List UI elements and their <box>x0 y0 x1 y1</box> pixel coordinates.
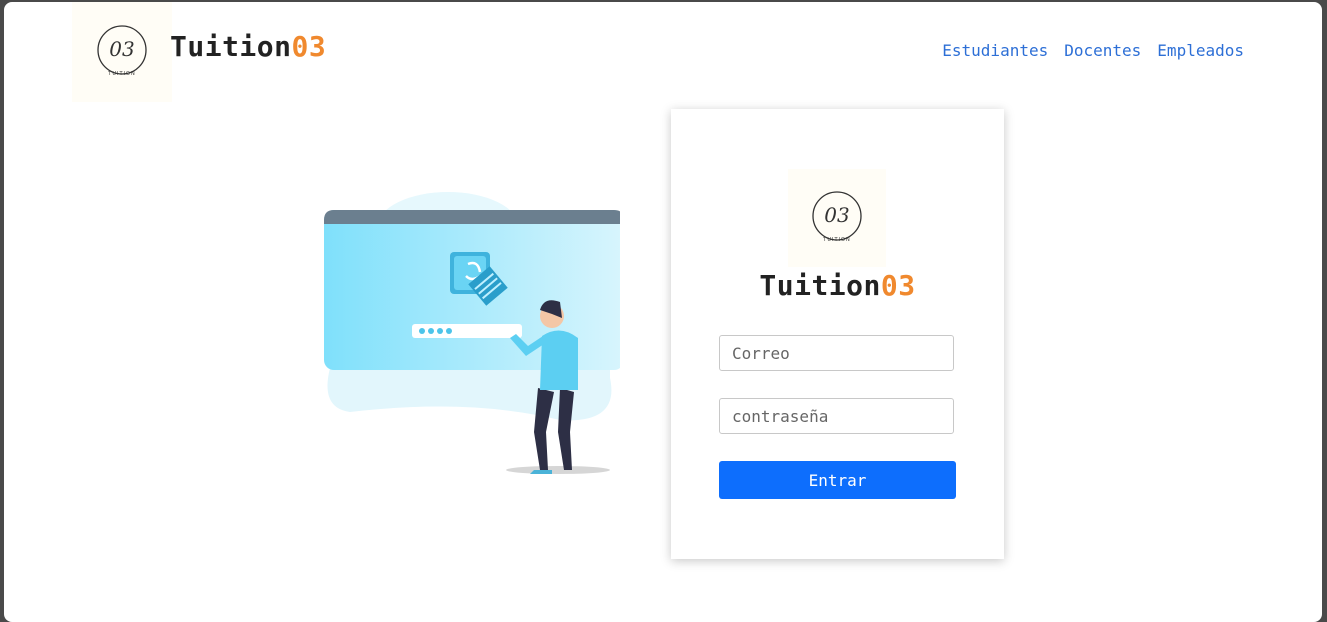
svg-text:TUITION: TUITION <box>107 71 135 77</box>
password-field[interactable] <box>719 398 954 434</box>
top-nav: Estudiantes Docentes Empleados <box>942 41 1244 60</box>
brand-name-main: Tuition <box>170 30 292 63</box>
tuition-logo-icon: 03 TUITION <box>97 25 147 77</box>
brand-logo[interactable]: 03 TUITION <box>72 2 172 102</box>
login-card: 03 TUITION Tuition03 Entrar <box>671 109 1004 559</box>
nav-link-estudiantes[interactable]: Estudiantes <box>942 41 1048 60</box>
page-window: 03 TUITION Tuition03 Estudiantes Docente… <box>4 2 1322 622</box>
nav-link-docentes[interactable]: Docentes <box>1064 41 1141 60</box>
card-logo: 03 TUITION <box>788 169 886 267</box>
brand-name[interactable]: Tuition03 <box>170 30 326 63</box>
brand-name-accent: 03 <box>291 30 327 63</box>
login-title-main: Tuition <box>759 269 881 302</box>
svg-text:03: 03 <box>824 203 849 227</box>
svg-text:TUITION: TUITION <box>822 237 850 243</box>
email-field[interactable] <box>719 335 954 371</box>
svg-text:03: 03 <box>109 37 134 61</box>
login-title-accent: 03 <box>880 269 916 302</box>
tuition-logo-icon: 03 TUITION <box>812 191 862 243</box>
submit-button[interactable]: Entrar <box>719 461 956 499</box>
nav-link-empleados[interactable]: Empleados <box>1157 41 1244 60</box>
login-title: Tuition03 <box>671 269 1004 302</box>
login-illustration <box>324 192 620 474</box>
